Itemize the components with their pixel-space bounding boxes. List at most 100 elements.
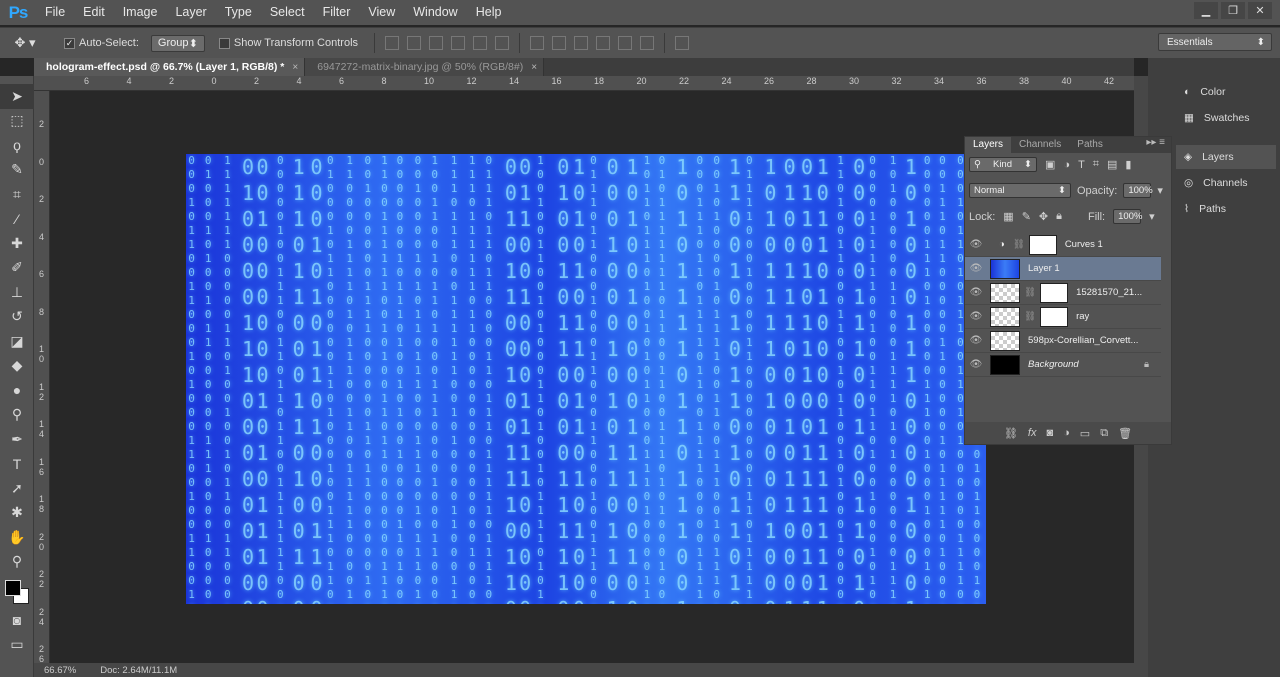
dock-paths[interactable]: ⌇ Paths	[1176, 197, 1276, 221]
align-right-icon[interactable]	[495, 36, 510, 50]
new-adjustment-icon[interactable]: ◑	[1063, 427, 1070, 439]
dodge-tool-icon[interactable]: ⚲	[0, 403, 34, 428]
menu-layer[interactable]: Layer	[166, 0, 215, 25]
workspace-switcher[interactable]: Essentials ⬍	[1158, 33, 1272, 51]
tab-channels[interactable]: Channels	[1011, 137, 1069, 153]
visibility-eye-icon[interactable]: 👁︎	[965, 335, 987, 346]
close-icon[interactable]: ×	[531, 62, 537, 73]
dock-swatches[interactable]: ▦ Swatches	[1176, 106, 1276, 130]
fx-icon[interactable]: fx	[1028, 427, 1037, 439]
distribute-hcenter-icon[interactable]	[618, 36, 633, 50]
clone-stamp-tool-icon[interactable]: ⊥	[0, 280, 34, 305]
quick-mask-icon[interactable]: ◙	[0, 608, 34, 633]
align-hcenter-icon[interactable]	[473, 36, 488, 50]
eyedropper-tool-icon[interactable]: ⁄	[0, 207, 34, 232]
lock-image-icon[interactable]: ✎	[1022, 210, 1031, 223]
pixel-filter-icon[interactable]: ▣	[1045, 158, 1055, 171]
type-tool-icon[interactable]: T	[0, 452, 34, 477]
layer-mask-thumbnail[interactable]	[1040, 306, 1069, 327]
lock-all-icon[interactable]: 🔒︎	[1056, 210, 1062, 223]
show-transform-checkbox[interactable]: Show Transform Controls	[218, 34, 358, 52]
healing-brush-tool-icon[interactable]: ✚	[0, 231, 34, 256]
tab-matrix-binary[interactable]: 6947272-matrix-binary.jpg @ 50% (RGB/8#)…	[305, 58, 545, 76]
opacity-input[interactable]: 100%	[1123, 183, 1153, 198]
auto-select-checkbox[interactable]: ✓ Auto-Select:	[64, 34, 139, 52]
layer-thumbnail[interactable]	[990, 258, 1020, 279]
trash-icon[interactable]: 🗑︎	[1118, 427, 1132, 440]
lock-transparent-icon[interactable]: ▦	[1003, 210, 1013, 223]
distribute-top-icon[interactable]	[530, 36, 545, 50]
layer-thumbnail[interactable]	[990, 354, 1020, 375]
layer-row-corellian[interactable]: 👁︎ 598px-Corellian_Corvett...	[965, 329, 1161, 353]
align-bottom-icon[interactable]	[429, 36, 444, 50]
blur-tool-icon[interactable]: ●	[0, 378, 34, 403]
marquee-tool-icon[interactable]: ⬚	[0, 109, 34, 134]
quick-selection-tool-icon[interactable]: ✎	[0, 158, 34, 183]
tab-layers[interactable]: Layers	[965, 137, 1012, 153]
fill-input[interactable]: 100%	[1113, 209, 1142, 224]
panel-menu-icon[interactable]: ▸▸ ≡	[1146, 137, 1171, 153]
menu-type[interactable]: Type	[216, 0, 261, 25]
distribute-left-icon[interactable]	[596, 36, 611, 50]
minimize-button[interactable]: ▁	[1194, 2, 1218, 19]
filter-toggle-icon[interactable]: ▮	[1125, 158, 1131, 171]
zoom-tool-icon[interactable]: ⚲	[0, 550, 34, 575]
lock-position-icon[interactable]: ✥	[1039, 210, 1048, 223]
dock-layers[interactable]: ◈ Layers	[1176, 145, 1276, 169]
brush-tool-icon[interactable]: ✐	[0, 256, 34, 281]
layer-row-15281570[interactable]: 👁︎ ⛓︎ 15281570_21...	[965, 281, 1161, 305]
layer-row-background[interactable]: 👁︎ Background 🔒︎	[965, 353, 1161, 377]
layer-row-layer1[interactable]: 👁︎ Layer 1	[965, 257, 1161, 281]
align-top-icon[interactable]	[385, 36, 400, 50]
history-brush-tool-icon[interactable]: ↺	[0, 305, 34, 330]
tab-hologram-effect[interactable]: hologram-effect.psd @ 66.7% (Layer 1, RG…	[34, 58, 306, 76]
restore-button[interactable]: ❐	[1221, 2, 1245, 19]
dock-color[interactable]: ◐ Color	[1176, 80, 1276, 104]
zoom-level[interactable]: 66.67%	[44, 665, 76, 676]
layer-thumbnail[interactable]	[990, 330, 1020, 351]
menu-image[interactable]: Image	[114, 0, 167, 25]
shape-filter-icon[interactable]: ⌗	[1093, 158, 1099, 171]
crop-tool-icon[interactable]: ⌗	[0, 182, 34, 207]
menu-filter[interactable]: Filter	[314, 0, 360, 25]
dock-channels[interactable]: ◎ Channels	[1176, 171, 1276, 195]
visibility-eye-icon[interactable]: 👁︎	[965, 239, 987, 250]
foreground-color-swatch[interactable]	[5, 580, 21, 596]
color-swatches[interactable]	[0, 574, 33, 608]
layer-row-curves[interactable]: 👁︎ ◑ ⛓︎ Curves 1	[965, 233, 1161, 257]
blend-mode-dropdown[interactable]: Normal ⬍	[969, 183, 1071, 198]
close-icon[interactable]: ×	[292, 62, 298, 73]
distribute-right-icon[interactable]	[640, 36, 655, 50]
move-tool-preset[interactable]: ✥ ▾	[0, 34, 50, 52]
new-layer-icon[interactable]: ⧉	[1100, 427, 1108, 440]
menu-window[interactable]: Window	[404, 0, 466, 25]
document-canvas-matrix-image[interactable]: 0 0 0 1 0 1 1 0 0 1 1 0 0 0 1 0 1 0 0 0 …	[186, 154, 986, 604]
layer-thumbnail[interactable]	[990, 282, 1020, 303]
menu-select[interactable]: Select	[261, 0, 314, 25]
align-left-icon[interactable]	[451, 36, 466, 50]
visibility-eye-icon[interactable]: 👁︎	[965, 287, 987, 298]
distribute-vcenter-icon[interactable]	[552, 36, 567, 50]
visibility-eye-icon[interactable]: 👁︎	[965, 263, 987, 274]
pen-tool-icon[interactable]: ✒	[0, 427, 34, 452]
visibility-eye-icon[interactable]: 👁︎	[965, 359, 987, 370]
close-button[interactable]: ✕	[1248, 2, 1272, 19]
path-selection-tool-icon[interactable]: ➚	[0, 476, 34, 501]
distribute-bottom-icon[interactable]	[574, 36, 589, 50]
menu-file[interactable]: File	[36, 0, 74, 25]
custom-shape-tool-icon[interactable]: ✱	[0, 501, 34, 526]
opacity-dropdown-icon[interactable]: ▾	[1157, 184, 1163, 197]
visibility-eye-icon[interactable]: 👁︎	[965, 311, 987, 322]
lasso-tool-icon[interactable]: ϙ	[0, 133, 34, 158]
hand-tool-icon[interactable]: ✋	[0, 525, 34, 550]
screen-mode-icon[interactable]: ▭	[0, 633, 34, 658]
type-filter-icon[interactable]: T	[1078, 159, 1085, 171]
menu-help[interactable]: Help	[467, 0, 511, 25]
smart-object-filter-icon[interactable]: ▤	[1107, 158, 1117, 171]
link-layers-icon[interactable]: ⛓︎	[1004, 427, 1018, 440]
menu-view[interactable]: View	[359, 0, 404, 25]
menu-edit[interactable]: Edit	[74, 0, 114, 25]
align-vcenter-icon[interactable]	[407, 36, 422, 50]
layer-thumbnail[interactable]	[990, 306, 1020, 327]
auto-select-dropdown[interactable]: Group ⬍	[150, 34, 205, 52]
